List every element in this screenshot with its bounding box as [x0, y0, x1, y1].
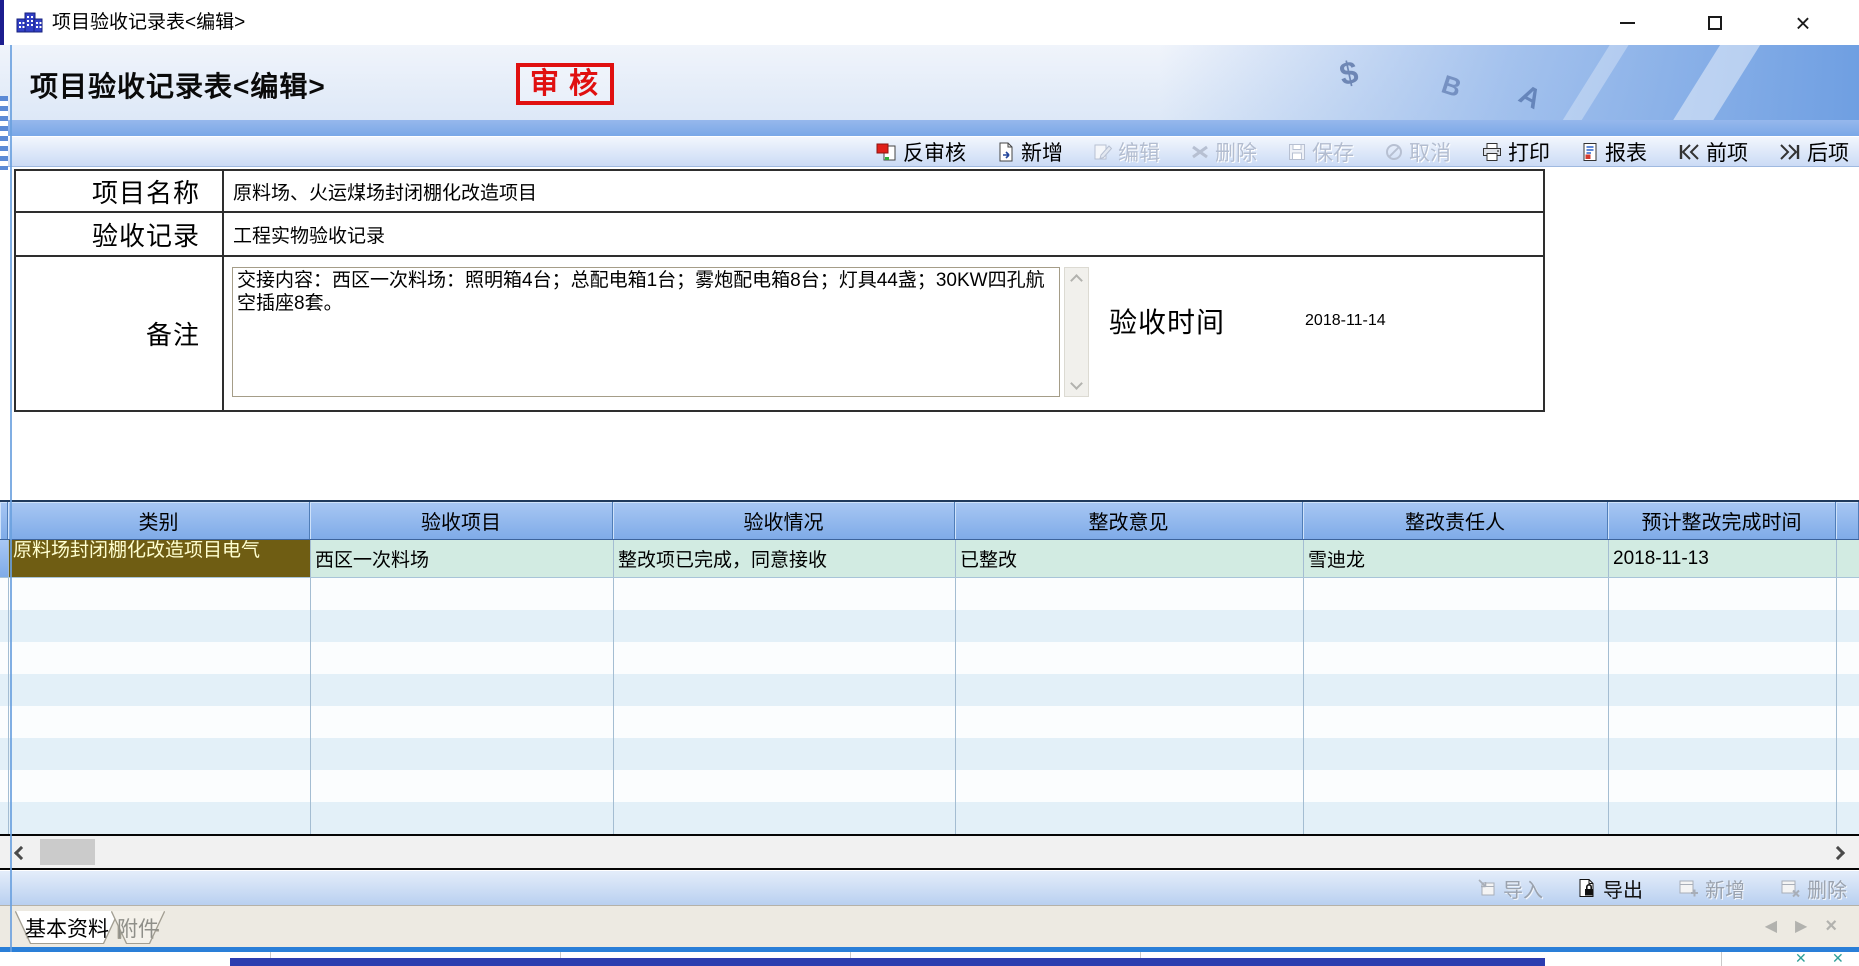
acceptance-time-value[interactable]: 2018-11-14: [1305, 312, 1386, 330]
remark-label: 备注: [16, 257, 224, 410]
grid-horizontal-scrollbar[interactable]: [0, 834, 1859, 870]
page-title: 项目验收记录表<编辑>: [30, 65, 326, 105]
project-name-value[interactable]: 原料场、火运煤场封闭棚化改造项目: [224, 171, 1543, 211]
delete-button[interactable]: 删除: [1190, 137, 1257, 167]
add-button[interactable]: 新增: [996, 137, 1063, 167]
unaudit-icon: [876, 142, 898, 162]
app-building-icon: [16, 10, 44, 34]
delete-icon: [1190, 142, 1210, 162]
main-toolbar: 反审核 新增 编辑 删除 保存 取消: [0, 136, 1859, 167]
previous-item-button[interactable]: 前项: [1677, 137, 1748, 167]
background-window-dashes: [0, 96, 8, 170]
remark-textarea[interactable]: 交接内容：西区一次料场：照明箱4台；总配电箱1台；雾炮配电箱8台；灯具44盏；3…: [232, 267, 1060, 397]
next-item-button[interactable]: 后项: [1778, 137, 1849, 167]
cell-responsible[interactable]: 雪迪龙: [1304, 540, 1609, 577]
background-window-strip: ✕ ✕: [0, 952, 1859, 966]
add-row-button[interactable]: 新增: [1677, 874, 1745, 903]
acceptance-record-label: 验收记录: [16, 213, 224, 255]
table-row[interactable]: 原料场封闭棚化改造项目电气 西区一次料场 整改项已完成，同意接收 已整改 雪迪龙…: [0, 540, 1859, 578]
header-decor-gradient: [1159, 45, 1859, 120]
delete-row-button[interactable]: 删除: [1779, 874, 1847, 903]
cell-category[interactable]: 原料场封闭棚化改造项目电气: [9, 540, 311, 577]
edit-button[interactable]: 编辑: [1093, 137, 1160, 167]
prev-icon: [1677, 142, 1701, 162]
window-left-border: [10, 45, 12, 952]
next-icon: [1778, 142, 1802, 162]
close-icon: ×: [1795, 10, 1810, 36]
cancel-button[interactable]: 取消: [1384, 137, 1451, 167]
tab-scroll-right-icon[interactable]: ▶: [1795, 916, 1807, 936]
background-x-mark: ✕: [1795, 952, 1807, 966]
scroll-left-icon[interactable]: [14, 846, 28, 860]
cell-item[interactable]: 西区一次料场: [311, 540, 614, 577]
col-header-opinion: 整改意见: [955, 502, 1303, 539]
grid-header-row: 类别 验收项目 验收情况 整改意见 整改责任人 预计整改完成时间: [0, 502, 1859, 540]
form-panel: 项目名称 原料场、火运煤场封闭棚化改造项目 验收记录 工程实物验收记录 备注 交…: [0, 167, 1859, 500]
col-header-deadline: 预计整改完成时间: [1608, 502, 1836, 539]
col-header-responsible: 整改责任人: [1303, 502, 1608, 539]
row-indicator-header: [0, 502, 8, 539]
add-row-icon: [1677, 878, 1699, 898]
remark-area: 交接内容：西区一次料场：照明箱4台；总配电箱1台；雾炮配电箱8台；灯具44盏；3…: [224, 257, 1543, 410]
add-doc-icon: [996, 142, 1016, 162]
bottom-tab-bar: 基本资料 附件 ◀ ▶ ×: [0, 905, 1859, 947]
window-titlebar: 项目验收记录表<编辑> ×: [0, 0, 1859, 45]
tab-scroll-left-icon[interactable]: ◀: [1765, 916, 1777, 936]
acceptance-time-label: 验收时间: [1109, 301, 1225, 341]
save-button[interactable]: 保存: [1287, 137, 1354, 167]
cell-filler: [1837, 540, 1859, 577]
delete-row-icon: [1779, 878, 1801, 898]
acceptance-grid: 类别 验收项目 验收情况 整改意见 整改责任人 预计整改完成时间 原料场封闭棚化…: [0, 500, 1859, 834]
tab-close-icon[interactable]: ×: [1825, 918, 1837, 934]
scroll-down-icon[interactable]: [1070, 377, 1083, 390]
maximize-button[interactable]: [1671, 0, 1759, 45]
export-button[interactable]: 导出: [1577, 874, 1643, 903]
header-divider-band: [0, 120, 1859, 136]
cell-opinion[interactable]: 已整改: [956, 540, 1304, 577]
minimize-button[interactable]: [1583, 0, 1671, 45]
tab-basic-info[interactable]: 基本资料: [16, 911, 118, 943]
col-header-filler: [1836, 502, 1859, 539]
grid-empty-area[interactable]: [0, 578, 1859, 834]
scroll-right-icon[interactable]: [1831, 846, 1845, 860]
window-title: 项目验收记录表<编辑>: [52, 0, 245, 45]
cell-status[interactable]: 整改项已完成，同意接收: [614, 540, 956, 577]
background-selection-bar: [230, 958, 1545, 966]
record-form: 项目名称 原料场、火运煤场封闭棚化改造项目 验收记录 工程实物验收记录 备注 交…: [14, 169, 1545, 412]
remark-scrollbar[interactable]: [1064, 267, 1089, 397]
acceptance-record-value[interactable]: 工程实物验收记录: [224, 213, 1543, 255]
col-header-status: 验收情况: [613, 502, 955, 539]
print-icon: [1481, 142, 1503, 162]
project-name-label: 项目名称: [16, 171, 224, 211]
minimize-icon: [1620, 22, 1635, 24]
cell-deadline[interactable]: 2018-11-13: [1609, 540, 1837, 577]
background-x-mark: ✕: [1832, 952, 1844, 966]
page-header: $ B A 项目验收记录表<编辑> 审核: [0, 45, 1859, 120]
tab-attachments[interactable]: 附件: [112, 911, 164, 943]
row-indicator: [0, 540, 9, 577]
maximize-icon: [1708, 16, 1722, 30]
audit-stamp: 审核: [516, 63, 614, 105]
report-button[interactable]: 报表: [1580, 137, 1647, 167]
scrollbar-thumb[interactable]: [40, 839, 95, 865]
close-button[interactable]: ×: [1759, 0, 1847, 45]
scroll-up-icon[interactable]: [1070, 274, 1083, 287]
save-icon: [1287, 142, 1307, 162]
export-icon: [1577, 878, 1597, 898]
cancel-icon: [1384, 142, 1404, 162]
col-header-category: 类别: [8, 502, 310, 539]
grid-toolbar: 导入 导出 新增 删除: [0, 870, 1859, 905]
print-button[interactable]: 打印: [1481, 137, 1550, 167]
report-icon: [1580, 142, 1600, 162]
unaudit-button[interactable]: 反审核: [876, 137, 966, 167]
import-button[interactable]: 导入: [1477, 874, 1543, 903]
background-window-edge: [0, 0, 4, 45]
import-icon: [1477, 878, 1497, 898]
edit-icon: [1093, 142, 1113, 162]
col-header-item: 验收项目: [310, 502, 613, 539]
